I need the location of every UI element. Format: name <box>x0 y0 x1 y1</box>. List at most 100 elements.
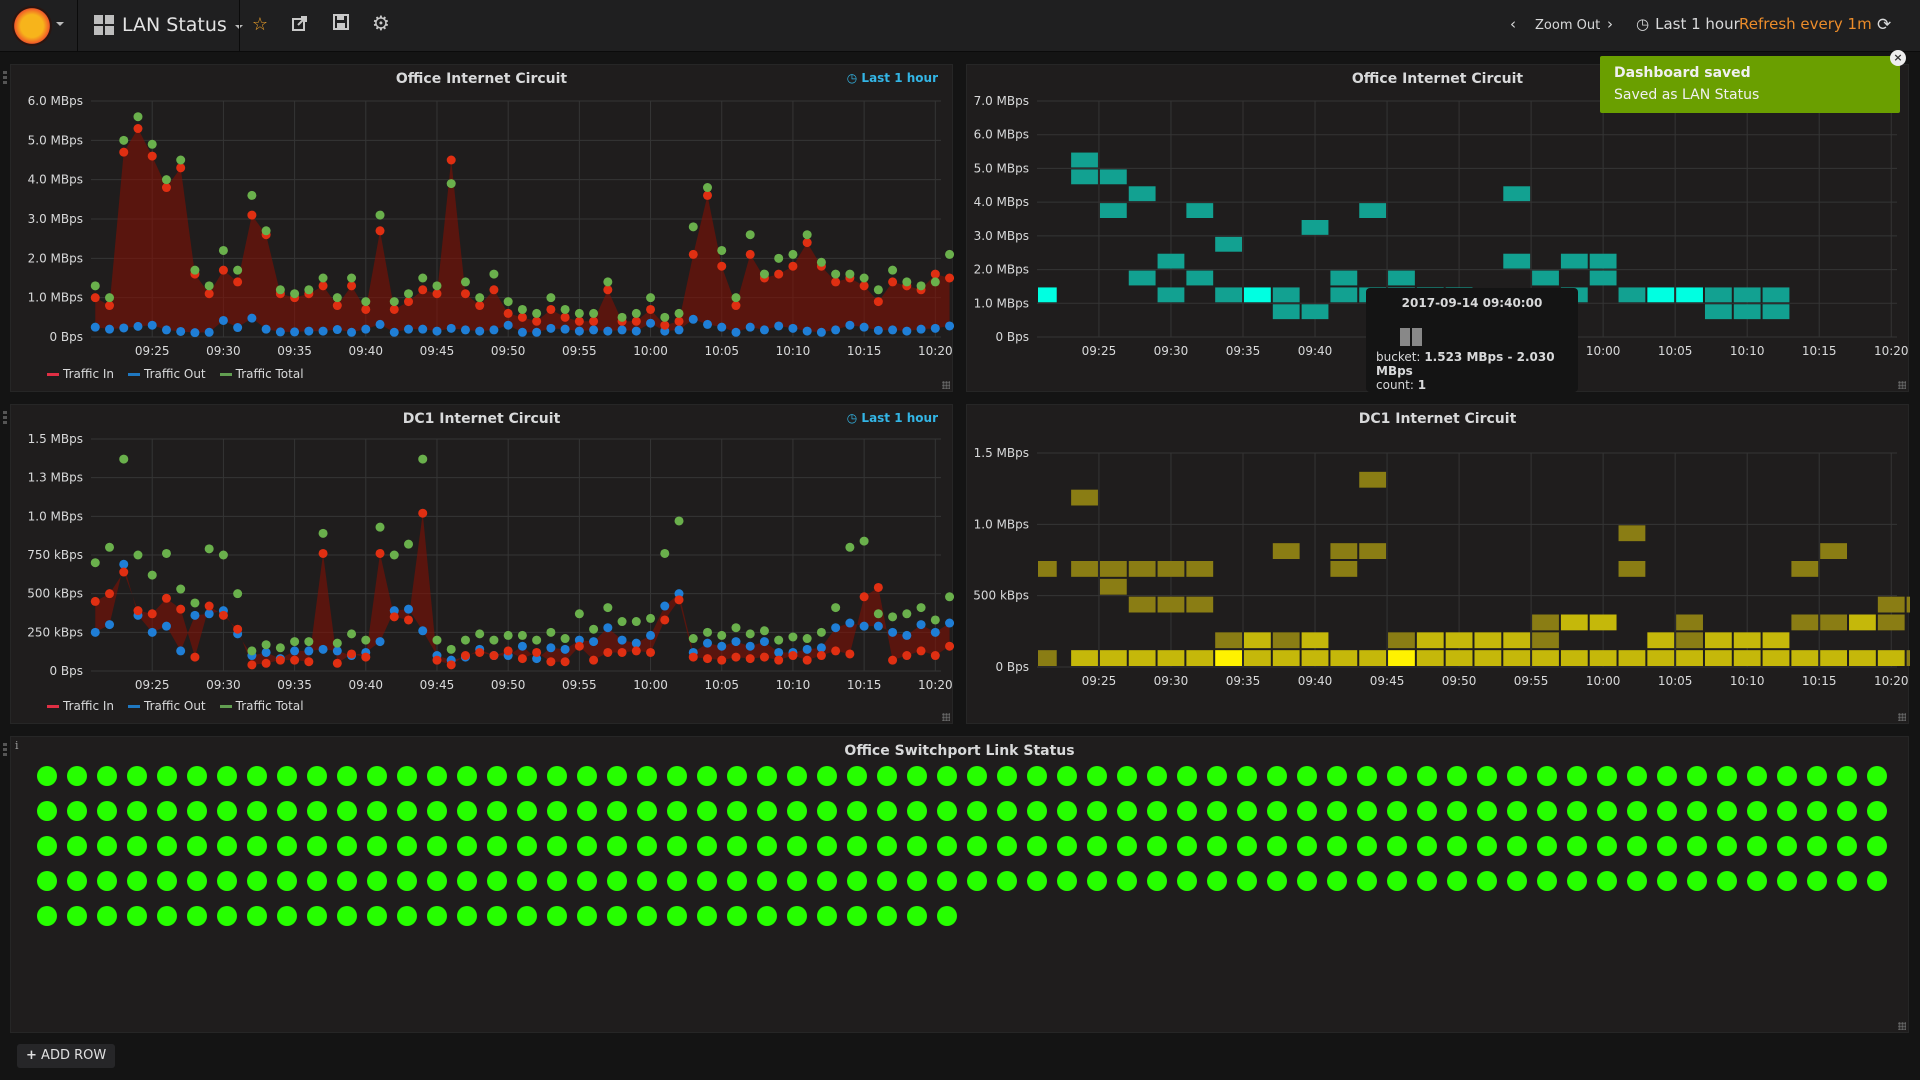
switchport-status-dot[interactable] <box>1717 801 1737 821</box>
switchport-status-dot[interactable] <box>1477 871 1497 891</box>
switchport-status-dot[interactable] <box>157 836 177 856</box>
switchport-status-dot[interactable] <box>1777 801 1797 821</box>
switchport-status-dot[interactable] <box>547 871 567 891</box>
switchport-status-dot[interactable] <box>217 766 237 786</box>
switchport-status-dot[interactable] <box>1297 801 1317 821</box>
switchport-status-dot[interactable] <box>1477 801 1497 821</box>
switchport-status-dot[interactable] <box>1597 766 1617 786</box>
switchport-status-dot[interactable] <box>787 766 807 786</box>
switchport-status-dot[interactable] <box>157 766 177 786</box>
switchport-status-dot[interactable] <box>1777 836 1797 856</box>
switchport-status-dot[interactable] <box>217 906 237 926</box>
switchport-status-dot[interactable] <box>757 906 777 926</box>
switchport-status-dot[interactable] <box>337 801 357 821</box>
switchport-status-dot[interactable] <box>1747 801 1767 821</box>
switchport-status-dot[interactable] <box>337 766 357 786</box>
drag-handle[interactable] <box>3 411 7 425</box>
switchport-status-dot[interactable] <box>1297 871 1317 891</box>
switchport-status-dot[interactable] <box>277 801 297 821</box>
switchport-status-dot[interactable] <box>547 906 567 926</box>
switchport-status-dot[interactable] <box>1717 836 1737 856</box>
switchport-status-dot[interactable] <box>367 801 387 821</box>
switchport-status-dot[interactable] <box>1087 766 1107 786</box>
switchport-status-dot[interactable] <box>1357 766 1377 786</box>
switchport-status-dot[interactable] <box>547 801 567 821</box>
switchport-status-dot[interactable] <box>1267 766 1287 786</box>
switchport-status-dot[interactable] <box>67 836 87 856</box>
switchport-status-dot[interactable] <box>1117 766 1137 786</box>
switchport-status-dot[interactable] <box>217 871 237 891</box>
switchport-status-dot[interactable] <box>577 801 597 821</box>
switchport-status-dot[interactable] <box>277 871 297 891</box>
switchport-status-dot[interactable] <box>187 871 207 891</box>
switchport-status-dot[interactable] <box>1087 801 1107 821</box>
switchport-status-dot[interactable] <box>877 871 897 891</box>
switchport-status-dot[interactable] <box>1327 801 1347 821</box>
switchport-status-dot[interactable] <box>1147 836 1167 856</box>
switchport-status-dot[interactable] <box>1237 801 1257 821</box>
switchport-status-dot[interactable] <box>307 766 327 786</box>
switchport-status-dot[interactable] <box>97 836 117 856</box>
switchport-status-dot[interactable] <box>727 871 747 891</box>
star-icon[interactable]: ☆ <box>248 14 272 35</box>
switchport-status-dot[interactable] <box>1177 871 1197 891</box>
switchport-status-dot[interactable] <box>1237 836 1257 856</box>
switchport-status-dot[interactable] <box>787 836 807 856</box>
switchport-status-dot[interactable] <box>697 801 717 821</box>
switchport-status-dot[interactable] <box>1147 766 1167 786</box>
switchport-status-dot[interactable] <box>1627 836 1647 856</box>
switchport-status-dot[interactable] <box>247 766 267 786</box>
switchport-status-dot[interactable] <box>607 906 627 926</box>
switchport-status-dot[interactable] <box>1327 766 1347 786</box>
switchport-status-dot[interactable] <box>247 801 267 821</box>
switchport-status-dot[interactable] <box>1327 871 1347 891</box>
resize-handle[interactable] <box>942 381 950 389</box>
switchport-status-dot[interactable] <box>1267 801 1287 821</box>
switchport-status-dot[interactable] <box>697 871 717 891</box>
switchport-status-dot[interactable] <box>1687 801 1707 821</box>
switchport-status-dot[interactable] <box>607 766 627 786</box>
legend-item-in[interactable]: Traffic In <box>47 699 114 713</box>
switchport-status-dot[interactable] <box>787 906 807 926</box>
switchport-status-dot[interactable] <box>1567 766 1587 786</box>
switchport-status-dot[interactable] <box>667 906 687 926</box>
switchport-status-dot[interactable] <box>487 871 507 891</box>
switchport-status-dot[interactable] <box>1627 766 1647 786</box>
switchport-status-dot[interactable] <box>277 766 297 786</box>
switchport-status-dot[interactable] <box>637 836 657 856</box>
switchport-status-dot[interactable] <box>97 906 117 926</box>
switchport-status-dot[interactable] <box>517 906 537 926</box>
switchport-status-dot[interactable] <box>1117 836 1137 856</box>
switchport-status-dot[interactable] <box>637 766 657 786</box>
switchport-status-dot[interactable] <box>367 766 387 786</box>
switchport-status-dot[interactable] <box>787 801 807 821</box>
switchport-status-dot[interactable] <box>907 801 927 821</box>
switchport-status-dot[interactable] <box>937 836 957 856</box>
switchport-status-dot[interactable] <box>637 801 657 821</box>
switchport-status-dot[interactable] <box>1027 766 1047 786</box>
switchport-status-dot[interactable] <box>67 766 87 786</box>
time-shift-back-button[interactable]: ‹ <box>1510 15 1516 33</box>
switchport-status-dot[interactable] <box>427 801 447 821</box>
switchport-status-dot[interactable] <box>967 801 987 821</box>
resize-handle[interactable] <box>1898 713 1906 721</box>
switchport-status-dot[interactable] <box>247 906 267 926</box>
switchport-status-dot[interactable] <box>1507 766 1527 786</box>
switchport-status-dot[interactable] <box>667 836 687 856</box>
switchport-status-dot[interactable] <box>1207 766 1227 786</box>
switchport-status-dot[interactable] <box>967 766 987 786</box>
switchport-status-dot[interactable] <box>1327 836 1347 856</box>
switchport-status-dot[interactable] <box>1147 871 1167 891</box>
switchport-status-dot[interactable] <box>727 801 747 821</box>
switchport-status-dot[interactable] <box>1537 766 1557 786</box>
switchport-status-dot[interactable] <box>427 766 447 786</box>
switchport-status-dot[interactable] <box>997 766 1017 786</box>
switchport-status-dot[interactable] <box>427 906 447 926</box>
switchport-status-dot[interactable] <box>487 801 507 821</box>
switchport-status-dot[interactable] <box>817 906 837 926</box>
switchport-status-dot[interactable] <box>757 836 777 856</box>
switchport-status-dot[interactable] <box>1057 801 1077 821</box>
switchport-status-dot[interactable] <box>127 871 147 891</box>
switchport-status-dot[interactable] <box>1627 801 1647 821</box>
switchport-status-dot[interactable] <box>757 766 777 786</box>
